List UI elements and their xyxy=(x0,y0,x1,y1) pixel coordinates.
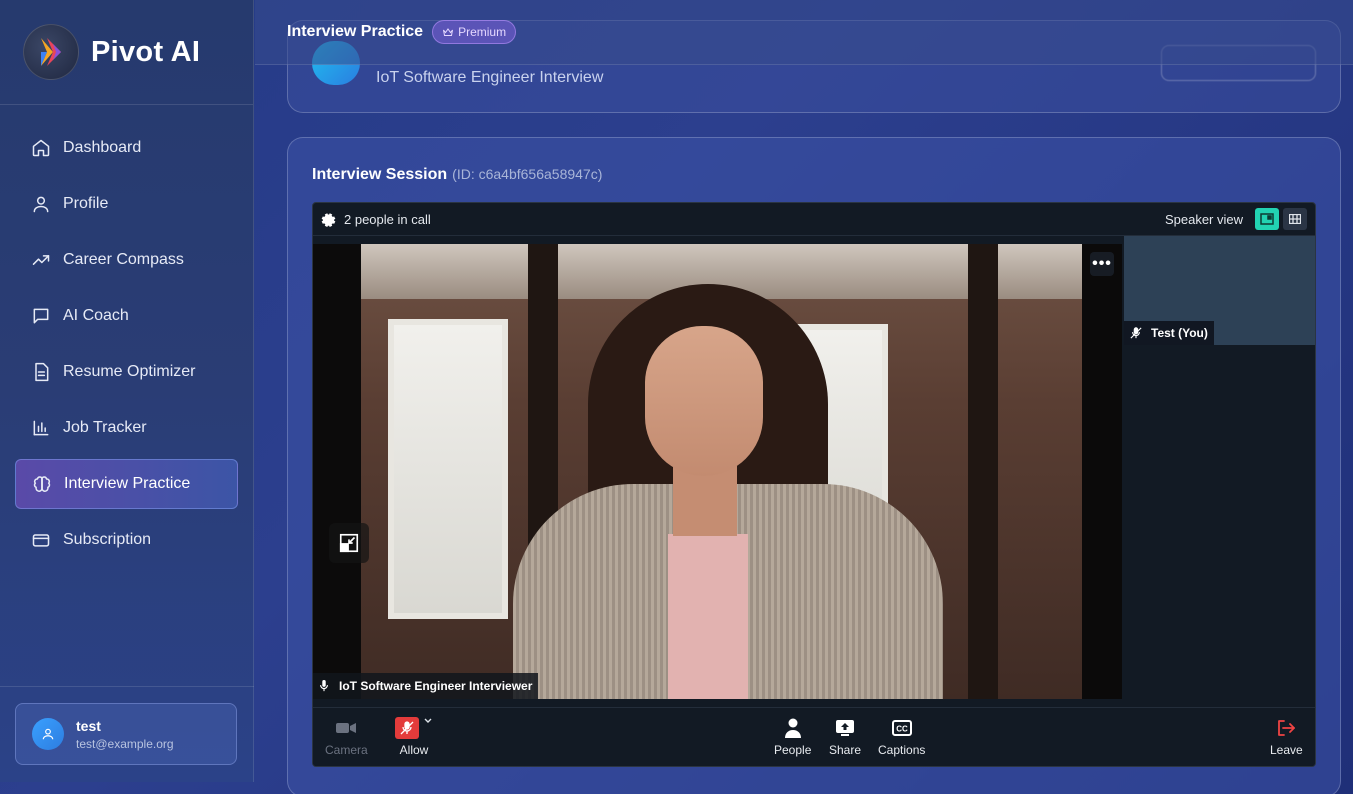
avatar xyxy=(32,718,64,750)
session-id: (ID: c6a4bf656a58947c) xyxy=(452,166,603,182)
people-count: 2 people in call xyxy=(344,211,431,227)
picture-in-picture-button[interactable] xyxy=(329,523,369,563)
sidebar-item-ai-coach[interactable]: AI Coach xyxy=(15,291,238,341)
interview-session-card: Interview Session (ID: c6a4bf656a58947c) … xyxy=(287,137,1341,794)
trending-up-icon xyxy=(32,255,50,265)
gear-icon[interactable] xyxy=(321,212,336,227)
speaker-view-button[interactable] xyxy=(1255,208,1279,230)
share-button[interactable]: Share xyxy=(829,716,861,757)
pivot-logo-icon[interactable] xyxy=(23,24,79,80)
sidebar-item-subscription[interactable]: Subscription xyxy=(15,515,238,565)
allow-label: Allow xyxy=(399,743,429,757)
camera-label: Camera xyxy=(325,743,368,757)
sidebar-item-label: Job Tracker xyxy=(63,419,147,436)
captions-button[interactable]: CC Captions xyxy=(878,716,925,757)
session-title-text: Interview Session xyxy=(312,166,448,183)
user-email: test@example.org xyxy=(76,736,174,751)
svg-text:CC: CC xyxy=(896,725,908,734)
camera-icon xyxy=(336,723,357,733)
view-mode-label: Speaker view xyxy=(1164,211,1243,227)
speaker-view-icon xyxy=(1260,213,1274,225)
main-participant-tag: IoT Software Engineer Interviewer xyxy=(313,673,539,699)
home-icon xyxy=(32,139,50,157)
leave-button[interactable]: Leave xyxy=(1270,716,1303,757)
sidebar-item-label: Dashboard xyxy=(63,139,142,156)
user-icon xyxy=(42,728,54,740)
people-label: People xyxy=(774,743,812,757)
user-card[interactable]: test test@example.org xyxy=(15,703,237,765)
file-text-icon xyxy=(35,362,49,382)
grid-view-icon xyxy=(1289,214,1301,224)
sidebar: Pivot AI Dashboard Profile Career Compas… xyxy=(0,0,254,782)
people-icon xyxy=(784,718,801,738)
divider xyxy=(0,686,254,687)
camera-button[interactable]: Camera xyxy=(325,716,368,757)
self-participant-name: Test (You) xyxy=(1151,326,1208,340)
message-square-icon xyxy=(33,308,49,324)
topbar: Interview Practice Premium xyxy=(255,0,1353,65)
closed-captions-icon: CC xyxy=(891,720,912,736)
sidebar-item-label: Resume Optimizer xyxy=(63,363,196,380)
crown-icon xyxy=(443,28,454,36)
brain-icon xyxy=(33,476,51,492)
microphone-icon xyxy=(320,680,328,692)
brand-name: Pivot AI xyxy=(91,35,201,68)
premium-badge: Premium xyxy=(432,20,517,44)
page-title: Interview Practice xyxy=(287,23,424,40)
main-participant-name: IoT Software Engineer Interviewer xyxy=(339,679,533,693)
sidebar-item-job-tracker[interactable]: Job Tracker xyxy=(15,403,238,453)
chevron-down-icon[interactable] xyxy=(423,717,433,725)
microphone-off-icon xyxy=(395,717,419,739)
session-title: Interview Session (ID: c6a4bf656a58947c) xyxy=(312,166,602,184)
interview-subtitle: IoT Software Engineer Interview xyxy=(376,69,604,86)
sidebar-item-interview-practice[interactable]: Interview Practice xyxy=(15,459,238,509)
sidebar-nav: Dashboard Profile Career Compass AI Coac… xyxy=(0,105,253,565)
user-icon xyxy=(33,196,49,213)
bar-chart-icon xyxy=(33,420,49,436)
self-participant-tag: Test (You) xyxy=(1124,321,1214,345)
sidebar-item-label: Subscription xyxy=(63,531,152,548)
sidebar-item-resume-optimizer[interactable]: Resume Optimizer xyxy=(15,347,238,397)
premium-badge-label: Premium xyxy=(458,25,507,39)
allow-microphone-button[interactable]: Allow xyxy=(395,716,433,757)
leave-icon xyxy=(1278,720,1296,736)
minimize-icon xyxy=(339,533,359,553)
sidebar-item-profile[interactable]: Profile xyxy=(15,179,238,229)
sidebar-item-label: Profile xyxy=(63,195,109,212)
brand: Pivot AI xyxy=(0,0,253,105)
credit-card-icon xyxy=(32,534,50,547)
self-video-tile[interactable]: Test (You) xyxy=(1124,236,1315,345)
grid-view-button[interactable] xyxy=(1283,208,1307,230)
sidebar-item-label: Interview Practice xyxy=(64,475,191,492)
captions-label: Captions xyxy=(878,743,926,757)
share-screen-icon xyxy=(836,720,855,736)
microphone-muted-icon xyxy=(1130,327,1142,339)
sidebar-item-dashboard[interactable]: Dashboard xyxy=(15,123,238,173)
call-controls: Camera Allow People Share CC Captions Le… xyxy=(313,707,1315,766)
share-label: Share xyxy=(829,743,862,757)
video-call: 2 people in call Speaker view ••• IoT So… xyxy=(312,202,1316,767)
main-video-tile[interactable]: ••• IoT Software Engineer Interviewer xyxy=(313,244,1122,699)
sidebar-item-career-compass[interactable]: Career Compass xyxy=(15,235,238,285)
sidebar-item-label: Career Compass xyxy=(63,251,184,268)
people-button[interactable]: People xyxy=(774,716,811,757)
more-options-icon[interactable]: ••• xyxy=(1090,252,1114,276)
user-name: test xyxy=(76,717,101,734)
call-toolbar: 2 people in call Speaker view xyxy=(313,203,1315,236)
leave-label: Leave xyxy=(1270,743,1303,757)
sidebar-item-label: AI Coach xyxy=(63,307,129,324)
